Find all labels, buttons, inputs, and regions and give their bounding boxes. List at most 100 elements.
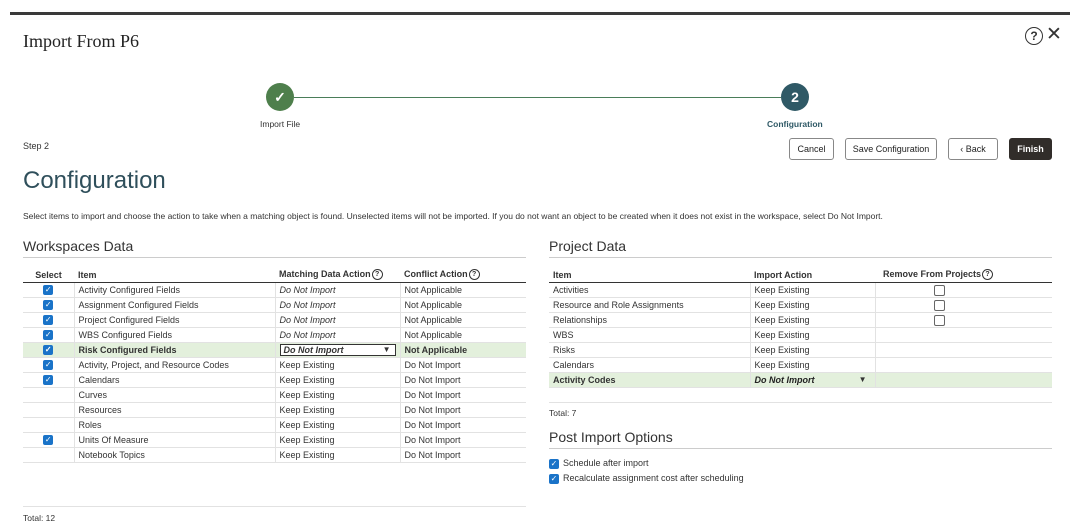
remove-cell[interactable] <box>874 297 1052 313</box>
col-import-action: Import Action <box>750 267 875 283</box>
table-row[interactable]: Resources Keep Existing Do Not Import <box>23 402 526 418</box>
checkbox-checked-icon[interactable]: ✓ <box>43 330 54 341</box>
table-row[interactable]: Roles Keep Existing Do Not Import <box>23 417 526 433</box>
table-row[interactable]: ✓ Project Configured Fields Do Not Impor… <box>23 312 526 328</box>
select-cell[interactable]: ✓ <box>23 282 74 298</box>
checkbox-unchecked-icon[interactable] <box>933 314 945 326</box>
close-icon[interactable]: ✕ <box>1046 25 1062 45</box>
select-cell[interactable]: ✓ <box>23 312 74 328</box>
checkbox-unchecked-icon[interactable] <box>933 284 945 296</box>
back-button[interactable]: ‹ Back <box>948 138 998 160</box>
conflict-cell[interactable]: Do Not Import <box>399 402 526 418</box>
remove-cell[interactable] <box>874 282 1052 298</box>
matching-action-select[interactable]: Do Not Import ▼ <box>279 344 396 356</box>
caret-down-icon[interactable]: ▼ <box>859 375 867 384</box>
caret-down-icon[interactable]: ▼ <box>383 345 391 355</box>
save-configuration-button[interactable]: Save Configuration <box>845 138 937 160</box>
matching-cell[interactable]: Keep Existing <box>274 357 400 373</box>
step2-label: Configuration <box>767 119 823 129</box>
table-row-selected[interactable]: ✓ Risk Configured Fields Do Not Import ▼ … <box>23 342 526 358</box>
step-complete-check-icon[interactable]: ✓ <box>266 83 294 111</box>
select-cell[interactable] <box>23 402 74 418</box>
matching-cell[interactable]: Do Not Import <box>274 327 400 343</box>
checkbox-checked-icon[interactable]: ✓ <box>43 285 54 296</box>
recalculate-cost-option[interactable]: ✓ Recalculate assignment cost after sched… <box>549 473 744 484</box>
step2-current[interactable]: 2 <box>781 83 809 111</box>
table-row[interactable]: Notebook Topics Keep Existing Do Not Imp… <box>23 447 526 463</box>
select-cell[interactable]: ✓ <box>23 372 74 388</box>
action-cell[interactable]: Keep Existing <box>749 282 875 298</box>
conflict-cell[interactable]: Do Not Import <box>399 417 526 433</box>
action-cell[interactable]: Keep Existing <box>749 357 875 373</box>
matching-cell[interactable]: Keep Existing <box>274 402 400 418</box>
matching-cell[interactable]: Keep Existing <box>274 447 400 463</box>
description-text: Select items to import and choose the ac… <box>23 211 883 221</box>
table-row[interactable]: Activities Keep Existing <box>549 282 1052 298</box>
checkbox-checked-icon[interactable]: ✓ <box>43 360 54 371</box>
action-cell[interactable]: Keep Existing <box>749 297 875 313</box>
table-row[interactable]: Risks Keep Existing <box>549 342 1052 358</box>
matching-cell[interactable]: Keep Existing <box>274 432 400 448</box>
table-row[interactable]: Relationships Keep Existing <box>549 312 1052 328</box>
finish-button[interactable]: Finish <box>1009 138 1052 160</box>
matching-cell[interactable]: Keep Existing <box>274 387 400 403</box>
post-import-rule <box>549 448 1052 449</box>
help-icon[interactable]: ? <box>371 269 383 281</box>
table-row[interactable]: ✓ Activity, Project, and Resource Codes … <box>23 357 526 373</box>
checkbox-checked-icon[interactable]: ✓ <box>43 345 54 356</box>
help-icon[interactable]: ? <box>468 269 480 281</box>
conflict-cell[interactable]: Do Not Import <box>399 432 526 448</box>
remove-cell[interactable] <box>874 312 1052 328</box>
matching-cell[interactable]: Keep Existing <box>274 372 400 388</box>
table-row[interactable]: Curves Keep Existing Do Not Import <box>23 387 526 403</box>
import-action-value[interactable]: Do Not Import <box>755 375 815 385</box>
action-cell[interactable]: Keep Existing <box>749 342 875 358</box>
project-rule <box>549 257 1052 258</box>
action-cell[interactable]: Do Not Import ▼ <box>749 372 875 388</box>
table-row[interactable]: ✓ Units Of Measure Keep Existing Do Not … <box>23 432 526 448</box>
conflict-cell[interactable]: Do Not Import <box>399 447 526 463</box>
select-cell[interactable]: ✓ <box>23 357 74 373</box>
matching-cell[interactable]: Do Not Import ▼ <box>274 342 400 358</box>
checkbox-checked-icon[interactable]: ✓ <box>549 458 559 469</box>
select-cell[interactable]: ✓ <box>23 342 74 358</box>
project-data-heading: Project Data <box>549 238 627 254</box>
table-row[interactable]: ✓ Assignment Configured Fields Do Not Im… <box>23 297 526 313</box>
checkbox-checked-icon[interactable]: ✓ <box>549 473 559 484</box>
table-row[interactable]: WBS Keep Existing <box>549 327 1052 343</box>
conflict-cell[interactable]: Do Not Import <box>399 372 526 388</box>
table-row[interactable]: ✓ Activity Configured Fields Do Not Impo… <box>23 282 526 298</box>
col-select: Select <box>23 267 74 283</box>
action-cell[interactable]: Keep Existing <box>749 327 875 343</box>
table-row-selected[interactable]: Activity Codes Do Not Import ▼ <box>549 372 1052 388</box>
help-icon[interactable]: ? <box>1025 27 1043 45</box>
matching-cell[interactable]: Keep Existing <box>274 417 400 433</box>
table-row[interactable]: ✓ Calendars Keep Existing Do Not Import <box>23 372 526 388</box>
action-cell[interactable]: Keep Existing <box>749 312 875 328</box>
table-row[interactable]: ✓ WBS Configured Fields Do Not Import No… <box>23 327 526 343</box>
select-cell[interactable]: ✓ <box>23 432 74 448</box>
conflict-cell[interactable]: Do Not Import <box>399 387 526 403</box>
item-cell: Calendars <box>73 372 275 388</box>
checkbox-checked-icon[interactable]: ✓ <box>43 315 54 326</box>
project-footer-rule <box>549 402 1052 403</box>
select-cell[interactable]: ✓ <box>23 297 74 313</box>
help-icon[interactable]: ? <box>982 269 994 281</box>
matching-cell[interactable]: Do Not Import <box>274 282 400 298</box>
select-cell[interactable] <box>23 387 74 403</box>
cancel-button[interactable]: Cancel <box>789 138 834 160</box>
conflict-cell[interactable]: Do Not Import <box>399 357 526 373</box>
checkbox-checked-icon[interactable]: ✓ <box>43 375 54 386</box>
checkbox-checked-icon[interactable]: ✓ <box>43 435 54 446</box>
matching-cell[interactable]: Do Not Import <box>274 312 400 328</box>
select-cell[interactable]: ✓ <box>23 327 74 343</box>
matching-cell[interactable]: Do Not Import <box>274 297 400 313</box>
table-row[interactable]: Calendars Keep Existing <box>549 357 1052 373</box>
col-conflict-action: Conflict Action? <box>400 267 526 283</box>
schedule-after-import-option[interactable]: ✓ Schedule after import <box>549 458 649 469</box>
checkbox-unchecked-icon[interactable] <box>933 299 945 311</box>
select-cell[interactable] <box>23 417 74 433</box>
select-cell[interactable] <box>23 447 74 463</box>
table-row[interactable]: Resource and Role Assignments Keep Exist… <box>549 297 1052 313</box>
checkbox-checked-icon[interactable]: ✓ <box>43 300 54 311</box>
